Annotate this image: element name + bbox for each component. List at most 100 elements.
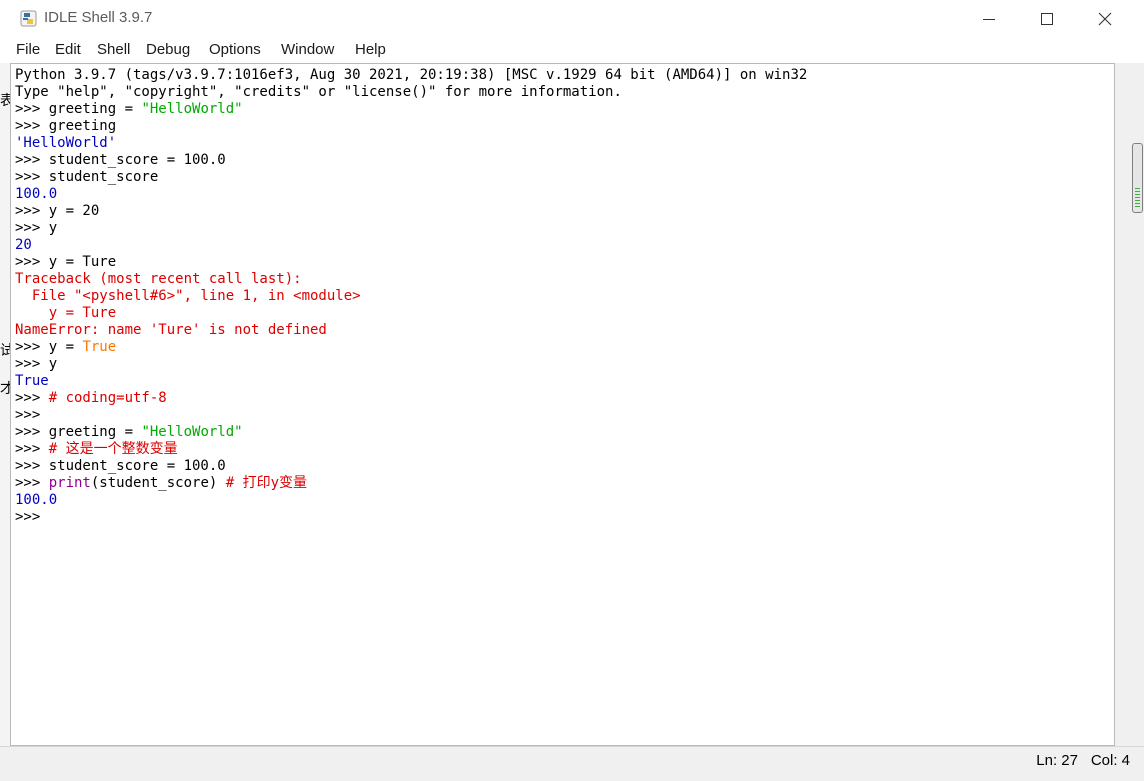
menu-bar: File Edit Shell Debug Options Window Hel… bbox=[0, 38, 1144, 62]
idle-shell-window: IDLE Shell 3.9.7 File Edit Shell Debug O… bbox=[0, 0, 1144, 781]
shell-line: >>> y = Ture bbox=[15, 254, 807, 271]
shell-text: File "<pyshell#6>", line 1, in <module> bbox=[15, 288, 361, 304]
close-icon bbox=[1098, 12, 1112, 26]
thumb-grip bbox=[1135, 188, 1140, 189]
shell-text: 100.0 bbox=[15, 186, 58, 202]
minimize-icon bbox=[983, 19, 995, 20]
python-idle-icon bbox=[20, 10, 37, 27]
shell-text: Python 3.9.7 (tags/v3.9.7:1016ef3, Aug 3… bbox=[15, 67, 808, 83]
shell-prompt: >>> bbox=[15, 203, 49, 219]
shell-line: Type "help", "copyright", "credits" or "… bbox=[15, 84, 807, 101]
shell-prompt: >>> bbox=[15, 220, 49, 236]
shell-line: >>> y = 20 bbox=[15, 203, 807, 220]
menu-file[interactable]: File bbox=[16, 41, 40, 58]
thumb-grip bbox=[1135, 200, 1140, 201]
shell-text: y = 20 bbox=[48, 203, 100, 219]
shell-prompt: >>> bbox=[15, 424, 49, 440]
close-button[interactable] bbox=[1076, 0, 1134, 38]
shell-text: student_score = 100.0 bbox=[48, 458, 226, 474]
thumb-grip bbox=[1135, 206, 1140, 207]
shell-line: >>> print(student_score) # 打印y变量 bbox=[15, 475, 807, 492]
title-bar[interactable]: IDLE Shell 3.9.7 bbox=[0, 0, 1144, 38]
thumb-grip bbox=[1135, 191, 1140, 192]
shell-text: student_score bbox=[48, 169, 159, 185]
thumb-grip bbox=[1135, 203, 1140, 204]
shell-text: print bbox=[48, 475, 91, 491]
shell-text: greeting bbox=[48, 118, 117, 134]
thumb-grip bbox=[1135, 197, 1140, 198]
shell-text: greeting = bbox=[48, 101, 142, 117]
minimize-button[interactable] bbox=[960, 0, 1018, 38]
menu-options[interactable]: Options bbox=[209, 41, 261, 58]
shell-line: >>> y = True bbox=[15, 339, 807, 356]
shell-line: 100.0 bbox=[15, 186, 807, 203]
window-title: IDLE Shell 3.9.7 bbox=[44, 9, 153, 26]
scrollbar-thumb[interactable] bbox=[1132, 143, 1143, 213]
shell-line: 20 bbox=[15, 237, 807, 254]
shell-prompt: >>> bbox=[15, 169, 49, 185]
shell-line: >>> greeting = "HelloWorld" bbox=[15, 101, 807, 118]
shell-text: "HelloWorld" bbox=[141, 424, 243, 440]
shell-line: >>> student_score = 100.0 bbox=[15, 152, 807, 169]
shell-prompt: >>> bbox=[15, 101, 49, 117]
thumb-grip bbox=[1135, 194, 1140, 195]
shell-prompt: >>> bbox=[15, 390, 49, 406]
shell-line: 100.0 bbox=[15, 492, 807, 509]
shell-prompt: >>> bbox=[15, 458, 49, 474]
shell-text: 100.0 bbox=[15, 492, 58, 508]
shell-line: >>> greeting bbox=[15, 118, 807, 135]
shell-line: >>> student_score bbox=[15, 169, 807, 186]
shell-text: "HelloWorld" bbox=[141, 101, 243, 117]
shell-line: >>> student_score = 100.0 bbox=[15, 458, 807, 475]
shell-line: >>> # coding=utf-8 bbox=[15, 390, 807, 407]
shell-text: # 打印y变量 bbox=[225, 475, 308, 491]
menu-window[interactable]: Window bbox=[281, 41, 334, 58]
shell-line: True bbox=[15, 373, 807, 390]
maximize-button[interactable] bbox=[1018, 0, 1076, 38]
shell-line: 'HelloWorld' bbox=[15, 135, 807, 152]
shell-text: True bbox=[15, 373, 49, 389]
shell-text: 'HelloWorld' bbox=[15, 135, 117, 151]
shell-line: >>> bbox=[15, 509, 807, 526]
shell-line: >>> # 这是一个整数变量 bbox=[15, 441, 807, 458]
maximize-icon bbox=[1041, 13, 1053, 25]
shell-text: NameError: name 'Ture' is not defined bbox=[15, 322, 327, 338]
column-number-status: Col: 4 bbox=[1090, 752, 1130, 769]
shell-prompt: >>> bbox=[15, 509, 49, 525]
shell-line: Traceback (most recent call last): bbox=[15, 271, 807, 288]
menu-debug[interactable]: Debug bbox=[146, 41, 190, 58]
shell-line: >>> y bbox=[15, 356, 807, 373]
shell-prompt: >>> bbox=[15, 118, 49, 134]
shell-prompt: >>> bbox=[15, 407, 49, 423]
shell-line: >>> y bbox=[15, 220, 807, 237]
shell-text: Traceback (most recent call last): bbox=[15, 271, 302, 287]
shell-text: y = Ture bbox=[48, 254, 117, 270]
line-number-status: Ln: 27 bbox=[1036, 752, 1078, 769]
shell-line: Python 3.9.7 (tags/v3.9.7:1016ef3, Aug 3… bbox=[15, 67, 807, 84]
shell-prompt: >>> bbox=[15, 254, 49, 270]
shell-text: student_score = 100.0 bbox=[48, 152, 226, 168]
shell-line: File "<pyshell#6>", line 1, in <module> bbox=[15, 288, 807, 305]
shell-line: >>> greeting = "HelloWorld" bbox=[15, 424, 807, 441]
menu-help[interactable]: Help bbox=[355, 41, 386, 58]
shell-text: greeting = bbox=[48, 424, 142, 440]
menu-shell[interactable]: Shell bbox=[97, 41, 130, 58]
shell-text: (student_score) bbox=[90, 475, 226, 491]
shell-text: # 这是一个整数变量 bbox=[48, 441, 178, 457]
background-window-edge: 表 试 才 bbox=[0, 63, 14, 746]
vertical-scrollbar[interactable] bbox=[1115, 63, 1144, 746]
shell-text: y = Ture bbox=[15, 305, 117, 321]
shell-prompt: >>> bbox=[15, 441, 49, 457]
shell-text: y = bbox=[48, 339, 83, 355]
menu-edit[interactable]: Edit bbox=[55, 41, 81, 58]
shell-prompt: >>> bbox=[15, 152, 49, 168]
shell-line: y = Ture bbox=[15, 305, 807, 322]
shell-text-area[interactable]: Python 3.9.7 (tags/v3.9.7:1016ef3, Aug 3… bbox=[10, 63, 1115, 746]
shell-prompt: >>> bbox=[15, 356, 49, 372]
shell-text: 20 bbox=[15, 237, 32, 253]
shell-text: True bbox=[82, 339, 117, 355]
shell-text: Type "help", "copyright", "credits" or "… bbox=[15, 84, 622, 100]
shell-text: y bbox=[48, 356, 58, 372]
shell-text: y bbox=[48, 220, 58, 236]
shell-prompt: >>> bbox=[15, 475, 49, 491]
